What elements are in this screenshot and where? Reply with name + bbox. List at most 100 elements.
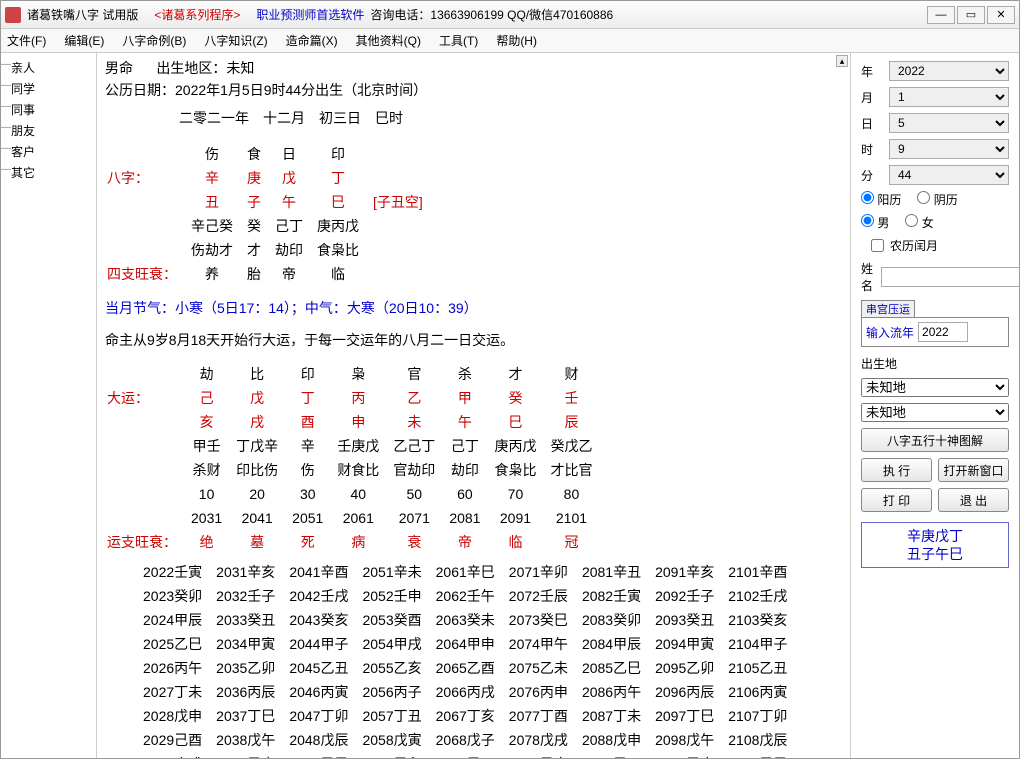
liunian-cell: 2095乙卯 [649,657,720,679]
app-icon [5,7,21,23]
liunian-cell: 2091辛亥 [649,561,720,583]
liunian-cell: 2059己卯 [356,753,427,758]
liunian-cell: 2101辛酉 [722,561,793,583]
liunian-cell: 2074甲午 [503,633,574,655]
jieqi-line: 当月节气：小寒（5日17：14）；中气：大寒（20日10：39） [105,297,842,319]
liunian-cell: 2043癸亥 [283,609,354,631]
year-select[interactable]: 2022 [889,61,1009,81]
menu-bazi-knowledge[interactable]: 八字知识(Z) [204,32,267,49]
wuxing-button[interactable]: 八字五行十神图解 [861,428,1009,452]
liunian-cell: 2077丁酉 [503,705,574,727]
minute-select[interactable]: 44 [889,165,1009,185]
radio-female[interactable]: 女 [905,214,933,231]
month-select[interactable]: 1 [889,87,1009,107]
yazhun-title: 串宫压运 [861,300,915,318]
maximize-button[interactable]: ▭ [957,6,985,24]
birthplace-select-1[interactable]: 未知地 [861,378,1009,397]
name-input[interactable] [881,267,1019,287]
menubar: 文件(F) 编辑(E) 八字命例(B) 八字知识(Z) 造命篇(X) 其他资料(… [1,29,1019,53]
liunian-cell: 2053癸酉 [356,609,427,631]
sidebar-item-friends[interactable]: 朋友 [1,120,96,141]
series-label: <诸葛系列程序> [154,6,240,23]
close-button[interactable]: ✕ [987,6,1015,24]
liunian-cell: 2023癸卯 [137,585,208,607]
liunian-cell: 2032壬子 [210,585,281,607]
liunian-cell: 2072壬辰 [503,585,574,607]
liunian-cell: 2064甲申 [430,633,501,655]
liunian-cell: 2047丁卯 [283,705,354,727]
liunian-cell: 2071辛卯 [503,561,574,583]
liunian-cell: 2057丁丑 [356,705,427,727]
liunian-cell: 2104甲子 [722,633,793,655]
menu-bazi-cases[interactable]: 八字命例(B) [122,32,186,49]
liunian-cell: 2028戊申 [137,705,208,727]
liunian-cell: 2038戊午 [210,729,281,751]
sidebar-item-other[interactable]: 其它 [1,162,96,183]
liunian-cell: 2044甲子 [283,633,354,655]
sidebar-item-colleagues[interactable]: 同事 [1,99,96,120]
liunian-cell: 2096丙辰 [649,681,720,703]
liunian-cell: 2084甲辰 [576,633,647,655]
liunian-cell: 2030庚戌 [137,753,208,758]
liunian-cell: 2062壬午 [430,585,501,607]
liunian-cell: 2029己酉 [137,729,208,751]
right-panel: 年2022 月1 日5 时9 分44 阳历 阴历 男 女 农历闰月 姓名 串宫压… [851,53,1019,758]
liunian-cell: 2102壬戌 [722,585,793,607]
liunian-cell: 2036丙辰 [210,681,281,703]
slogan: 职业预测师首选软件 [256,6,364,23]
scroll-up-icon[interactable]: ▴ [836,55,848,67]
menu-zaoming[interactable]: 造命篇(X) [286,32,338,49]
liunian-cell: 2066丙戌 [430,681,501,703]
sidebar-item-clients[interactable]: 客户 [1,141,96,162]
liunian-cell: 2026丙午 [137,657,208,679]
print-button[interactable]: 打 印 [861,488,932,512]
liunian-cell: 2079己亥 [503,753,574,758]
minimize-button[interactable]: — [927,6,955,24]
gregorian-date: 公历日期：2022年1月5日9时44分出生（北京时间） [105,79,842,101]
liunian-cell: 2041辛酉 [283,561,354,583]
liunian-cell: 2052壬申 [356,585,427,607]
execute-button[interactable]: 执 行 [861,458,932,482]
liunian-cell: 2051辛未 [356,561,427,583]
liunian-cell: 2039己未 [210,753,281,758]
liunian-cell: 2105乙丑 [722,657,793,679]
content-area[interactable]: ▴ 男命 出生地区：未知 公历日期：2022年1月5日9时44分出生（北京时间）… [97,53,851,758]
leap-checkbox[interactable] [871,239,884,252]
menu-edit[interactable]: 编辑(E) [64,32,104,49]
dayun-start: 命主从9岁8月18天开始行大运，于每一交运年的八月二一日交运。 [105,329,842,351]
liunian-cell: 2027丁未 [137,681,208,703]
lunar-date-row: 二零二一年十二月初三日巳时 [105,105,489,131]
window-title: 诸葛铁嘴八字 试用版 [27,6,138,23]
liunian-input[interactable] [918,322,968,342]
radio-yin[interactable]: 阴历 [917,191,957,208]
birthplace-select-2[interactable]: 未知地 [861,403,1009,422]
radio-yang[interactable]: 阳历 [861,191,901,208]
menu-help[interactable]: 帮助(H) [496,32,537,49]
liunian-cell: 2022壬寅 [137,561,208,583]
liunian-cell: 2035乙卯 [210,657,281,679]
menu-other[interactable]: 其他资料(Q) [356,32,421,49]
menu-tools[interactable]: 工具(T) [439,32,478,49]
bazi-table: 伤食日印 八字：辛庚戊丁 丑子午巳[子丑空] 辛己癸癸己丁庚丙戊 伤劫才才劫印食… [105,141,431,287]
menu-file[interactable]: 文件(F) [7,32,46,49]
sidebar-item-classmates[interactable]: 同学 [1,78,96,99]
hour-select[interactable]: 9 [889,139,1009,159]
liunian-cell: 2087丁未 [576,705,647,727]
liunian-cell: 2092壬子 [649,585,720,607]
liunian-cell: 2083癸卯 [576,609,647,631]
liunian-cell: 2046丙寅 [283,681,354,703]
liunian-cell: 2058戊寅 [356,729,427,751]
new-window-button[interactable]: 打开新窗口 [938,458,1009,482]
liunian-cell: 2086丙午 [576,681,647,703]
radio-male[interactable]: 男 [861,214,889,231]
liunian-cell: 2109己巳 [722,753,793,758]
liunian-cell: 2054甲戌 [356,633,427,655]
day-select[interactable]: 5 [889,113,1009,133]
liunian-cell: 2061辛巳 [430,561,501,583]
liunian-cell: 2108戊辰 [722,729,793,751]
liunian-cell: 2045乙丑 [283,657,354,679]
exit-button[interactable]: 退 出 [938,488,1009,512]
titlebar: 诸葛铁嘴八字 试用版 <诸葛系列程序> 职业预测师首选软件 咨询电话：13663… [1,1,1019,29]
contact-info: 咨询电话：13663906199 QQ/微信470160886 [370,6,613,23]
sidebar-item-relatives[interactable]: 亲人 [1,57,96,78]
